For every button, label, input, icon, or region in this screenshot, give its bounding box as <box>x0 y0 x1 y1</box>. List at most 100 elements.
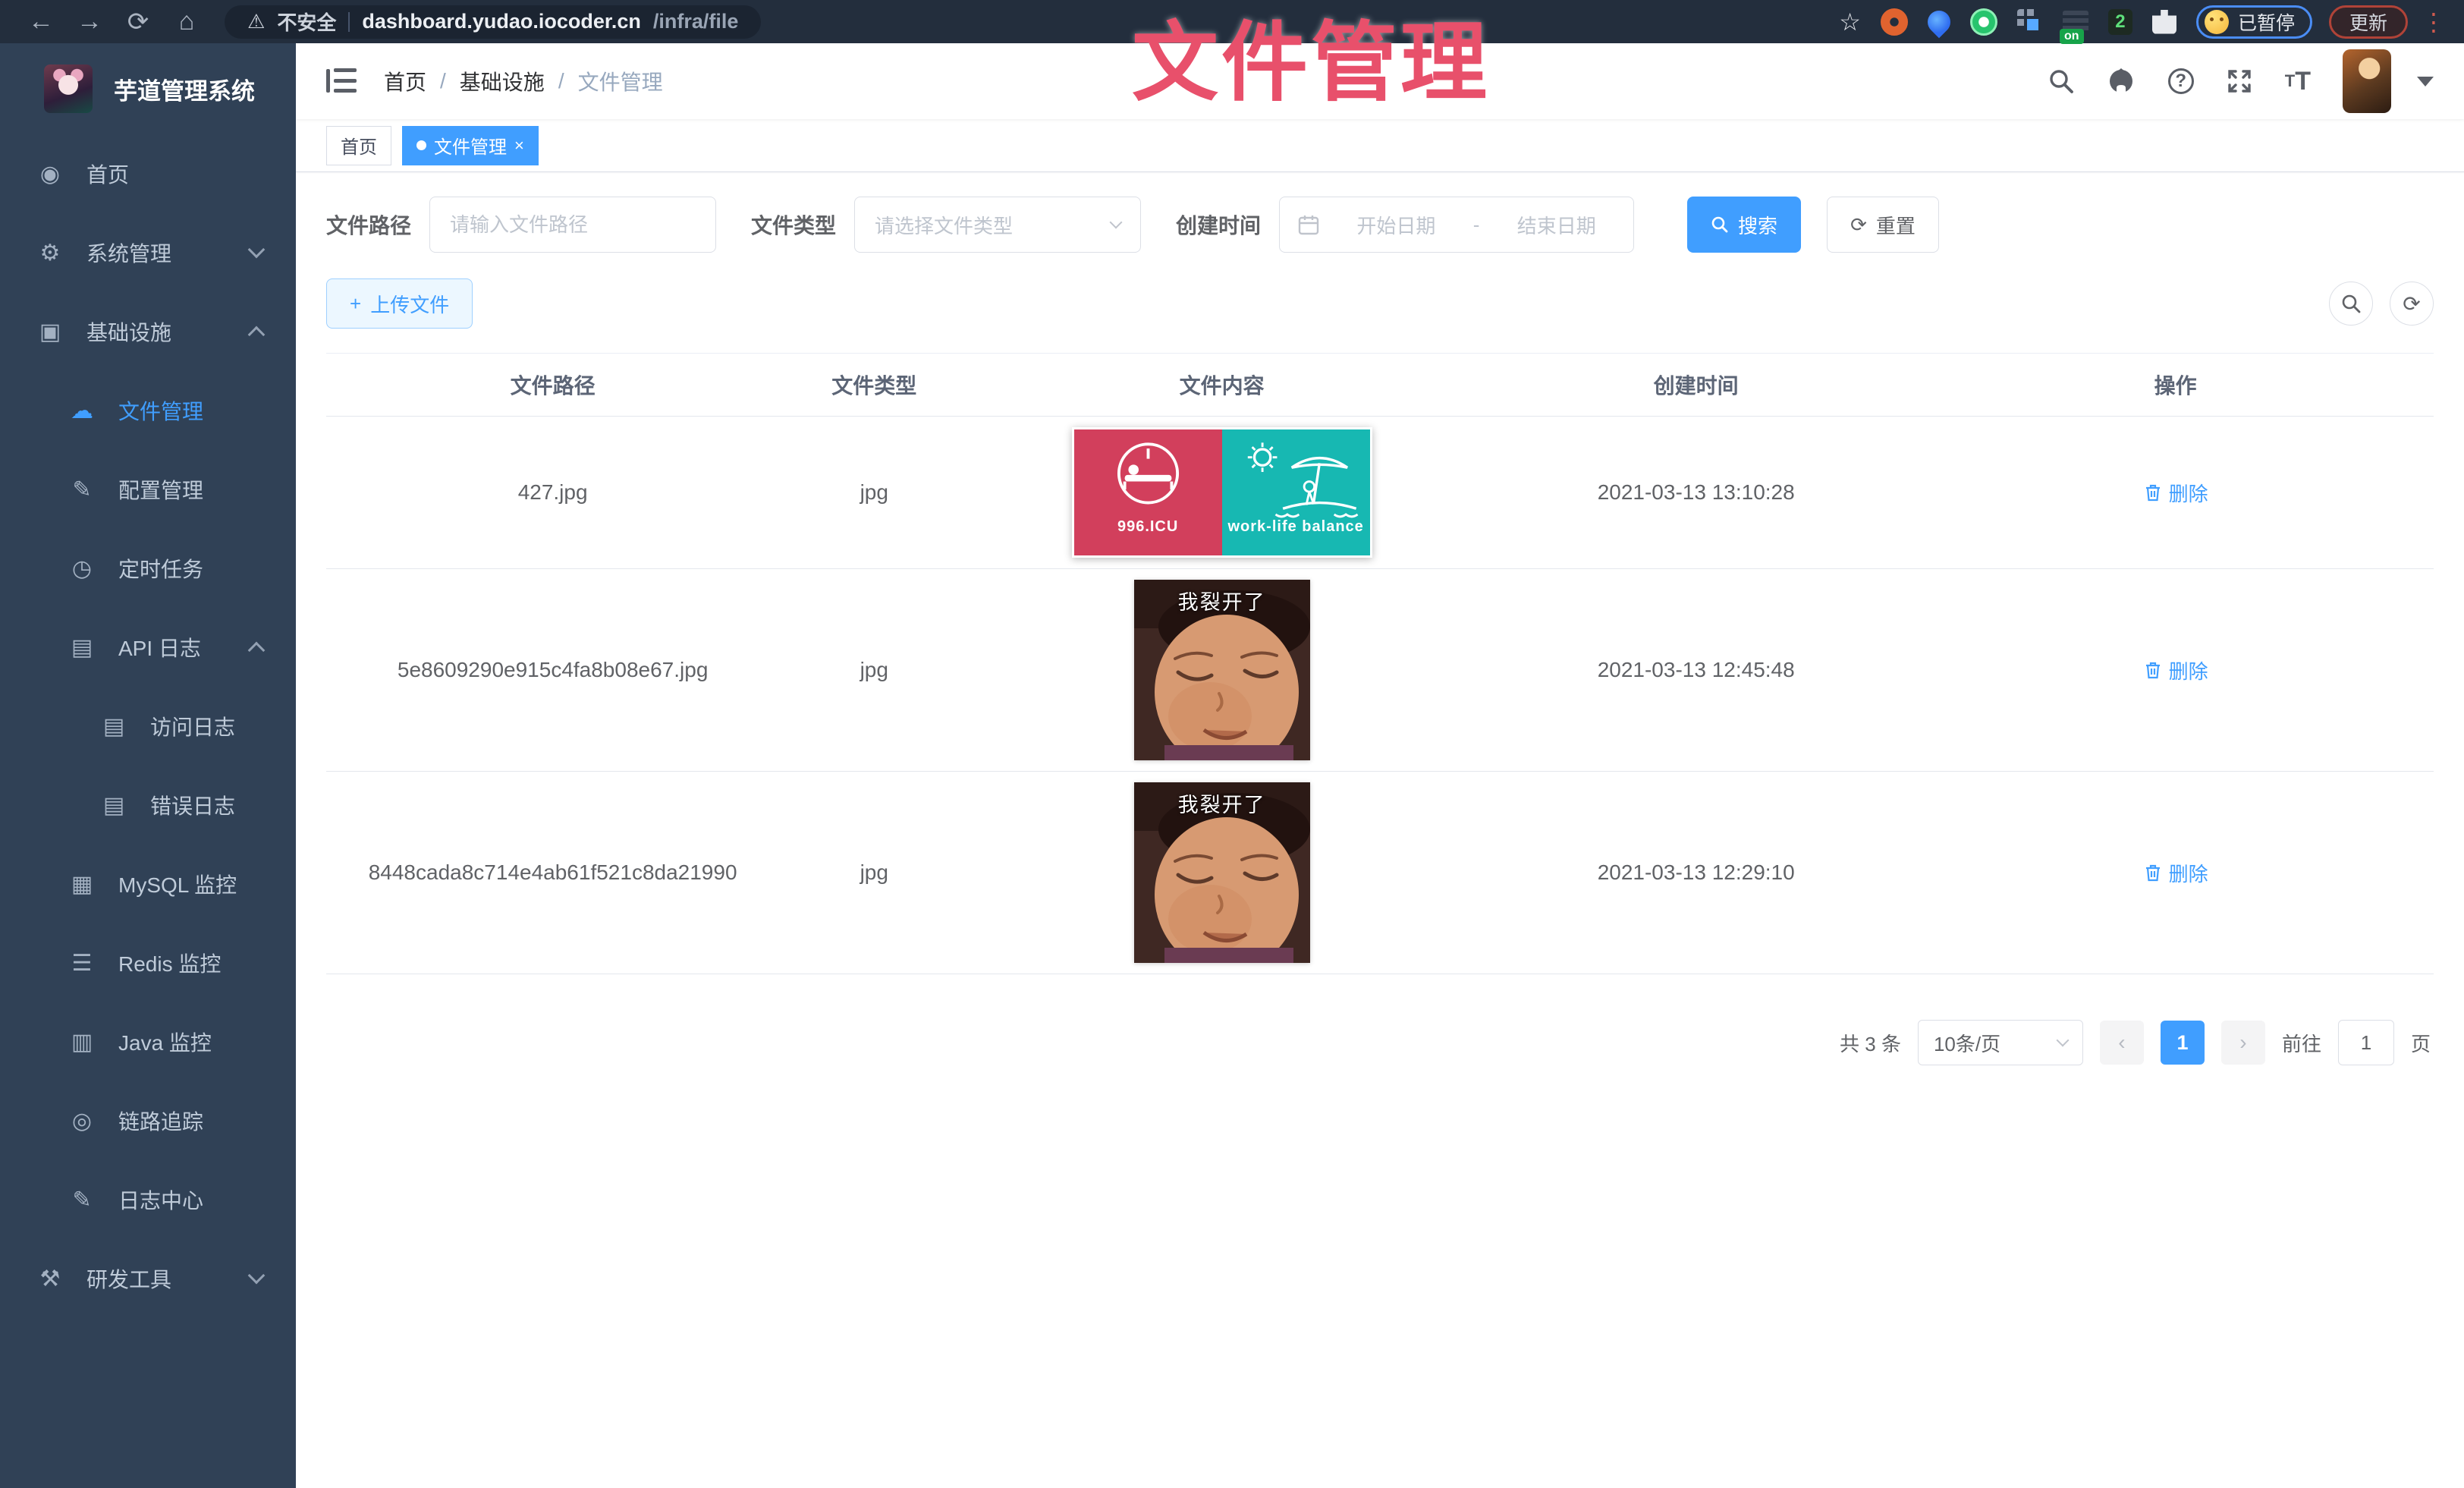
delete-label: 删除 <box>2169 479 2208 507</box>
extension-leaf-icon[interactable]: 2 <box>2108 9 2132 35</box>
sidebar-item-config-manage[interactable]: ✎配置管理 <box>0 450 296 529</box>
log-icon: ▤ <box>97 713 130 740</box>
sidebar-item-infra[interactable]: ▣基础设施 <box>0 292 296 371</box>
file-preview-baby-image[interactable]: 我裂开了 <box>1134 580 1310 760</box>
refresh-icon: ⟳ <box>2403 291 2420 316</box>
browser-home-icon[interactable]: ⌂ <box>162 7 211 36</box>
cell-file-type: jpg <box>779 860 969 885</box>
sidebar-item-home[interactable]: ◉首页 <box>0 134 296 213</box>
breadcrumb-home[interactable]: 首页 <box>384 66 426 96</box>
extension-switch-icon[interactable]: on <box>2063 11 2088 33</box>
app-logo[interactable]: 芋道管理系统 <box>0 43 296 134</box>
browser-menu-icon[interactable]: ⋮ <box>2422 8 2447 36</box>
sidebar-item-file-manage[interactable]: ☁文件管理 <box>0 371 296 450</box>
github-icon[interactable] <box>2106 67 2136 96</box>
avatar[interactable] <box>2343 49 2391 113</box>
sidebar-item-system[interactable]: ⚙系统管理 <box>0 213 296 292</box>
dashboard-icon: ◉ <box>33 161 67 187</box>
table-row: 427.jpg jpg 9 <box>326 417 2434 569</box>
app-title: 芋道管理系统 <box>114 72 255 106</box>
extension-pin-icon[interactable] <box>1923 5 1955 37</box>
reset-button[interactable]: ⟳ 重置 <box>1827 197 1939 253</box>
file-preview-996-image[interactable]: 996.ICU <box>1072 427 1372 558</box>
bookmark-star-icon[interactable]: ☆ <box>1839 8 1861 36</box>
sidebar-item-mysql-monitor[interactable]: ▦MySQL 监控 <box>0 845 296 923</box>
sidebar-item-label: 日志中心 <box>118 1184 203 1215</box>
upload-file-button[interactable]: + 上传文件 <box>326 278 473 329</box>
cell-file-path: 8448cada8c714e4ab61f521c8da21990 <box>326 860 779 885</box>
tag-close-icon[interactable]: × <box>514 136 524 156</box>
tag-file-manage[interactable]: 文件管理 × <box>402 126 539 165</box>
avatar-caret-icon[interactable] <box>2417 77 2434 87</box>
extension-orange-icon[interactable] <box>1881 8 1908 36</box>
file-path-input[interactable] <box>429 197 716 253</box>
current-page-button[interactable]: 1 <box>2161 1021 2205 1065</box>
col-actions: 操作 <box>1917 370 2434 400</box>
filter-form: 文件路径 文件类型 请选择文件类型 创建时间 开始日期 - 结束日期 搜索 ⟳ … <box>326 197 2434 253</box>
sidebar-item-error-log[interactable]: ▤错误日志 <box>0 766 296 845</box>
col-created: 创建时间 <box>1475 370 1917 400</box>
help-icon[interactable]: ? <box>2168 68 2194 94</box>
sidebar-item-redis-monitor[interactable]: ☰ Redis 监控 <box>0 923 296 1002</box>
delete-label: 删除 <box>2169 859 2208 887</box>
sidebar-item-trace[interactable]: ◎链路追踪 <box>0 1081 296 1160</box>
goto-page-input[interactable] <box>2338 1020 2394 1065</box>
date-range-picker[interactable]: 开始日期 - 结束日期 <box>1279 197 1634 253</box>
file-type-select[interactable]: 请选择文件类型 <box>854 197 1141 253</box>
trash-icon <box>2143 660 2163 680</box>
extension-grid-icon[interactable] <box>2017 9 2043 35</box>
sidebar-item-label: Java 监控 <box>118 1027 212 1057</box>
toggle-search-button[interactable] <box>2329 282 2373 326</box>
sidebar-item-scheduled-tasks[interactable]: ◷定时任务 <box>0 529 296 608</box>
delete-button[interactable]: 删除 <box>2143 859 2208 887</box>
cell-file-content: 我裂开了 <box>969 580 1475 760</box>
address-bar[interactable]: ⚠ 不安全 dashboard.yudao.iocoder.cn/infra/f… <box>225 5 761 39</box>
tag-label: 文件管理 <box>434 132 507 159</box>
delete-button[interactable]: 删除 <box>2143 479 2208 507</box>
tag-home[interactable]: 首页 <box>326 126 391 165</box>
browser-forward-icon[interactable]: → <box>65 7 114 36</box>
browser-back-icon[interactable]: ← <box>17 7 65 36</box>
page-size-label: 10条/页 <box>1934 1029 2000 1057</box>
cell-actions: 删除 <box>1917 479 2434 507</box>
fullscreen-icon[interactable] <box>2226 68 2253 95</box>
breadcrumb: 首页 / 基础设施 / 文件管理 <box>384 66 663 96</box>
calendar-icon <box>1298 214 1319 235</box>
sidebar-item-api-log[interactable]: ▤API 日志 <box>0 608 296 687</box>
profile-paused-badge[interactable]: 已暂停 <box>2196 5 2312 39</box>
tools-icon: ⚒ <box>33 1266 67 1292</box>
search-button[interactable]: 搜索 <box>1687 197 1801 253</box>
page-size-select[interactable]: 10条/页 <box>1918 1020 2083 1065</box>
col-file-type: 文件类型 <box>779 370 969 400</box>
browser-reload-icon[interactable]: ⟳ <box>114 7 162 37</box>
font-size-icon[interactable]: TT <box>2285 67 2311 96</box>
security-label[interactable]: 不安全 <box>277 8 336 36</box>
refresh-icon: ⟳ <box>1850 213 1867 237</box>
date-range-separator: - <box>1473 213 1480 237</box>
sidebar-item-label: MySQL 监控 <box>118 869 237 899</box>
sidebar-item-access-log[interactable]: ▤ 访问日志 <box>0 687 296 766</box>
next-page-button[interactable]: › <box>2221 1021 2265 1065</box>
sidebar-item-dev-tools[interactable]: ⚒研发工具 <box>0 1239 296 1318</box>
prev-page-button[interactable]: ‹ <box>2100 1021 2144 1065</box>
cell-file-type: jpg <box>779 480 969 505</box>
extension-green-check-icon[interactable] <box>1970 8 1997 36</box>
delete-label: 删除 <box>2169 656 2208 684</box>
extensions-puzzle-icon[interactable] <box>2152 10 2176 34</box>
sidebar-item-label: 访问日志 <box>150 711 235 741</box>
refresh-table-button[interactable]: ⟳ <box>2390 282 2434 326</box>
header-search-icon[interactable] <box>2048 68 2074 94</box>
table-header: 文件路径 文件类型 文件内容 创建时间 操作 <box>326 353 2434 417</box>
cell-file-path: 5e8609290e915c4fa8b08e67.jpg <box>326 658 779 682</box>
file-preview-baby-image[interactable]: 我裂开了 <box>1134 782 1310 963</box>
active-dot-icon <box>416 140 426 150</box>
end-date-placeholder: 结束日期 <box>1498 211 1615 239</box>
sidebar-item-log-center[interactable]: ✎日志中心 <box>0 1160 296 1239</box>
sidebar-item-java-monitor[interactable]: ▥Java 监控 <box>0 1002 296 1081</box>
hamburger-icon[interactable] <box>326 68 357 94</box>
breadcrumb-infra: 基础设施 <box>460 66 545 96</box>
sidebar-item-label: Redis 监控 <box>118 948 221 978</box>
layers-icon: ☰ <box>65 950 99 977</box>
browser-update-button[interactable]: 更新 <box>2329 5 2408 39</box>
delete-button[interactable]: 删除 <box>2143 656 2208 684</box>
